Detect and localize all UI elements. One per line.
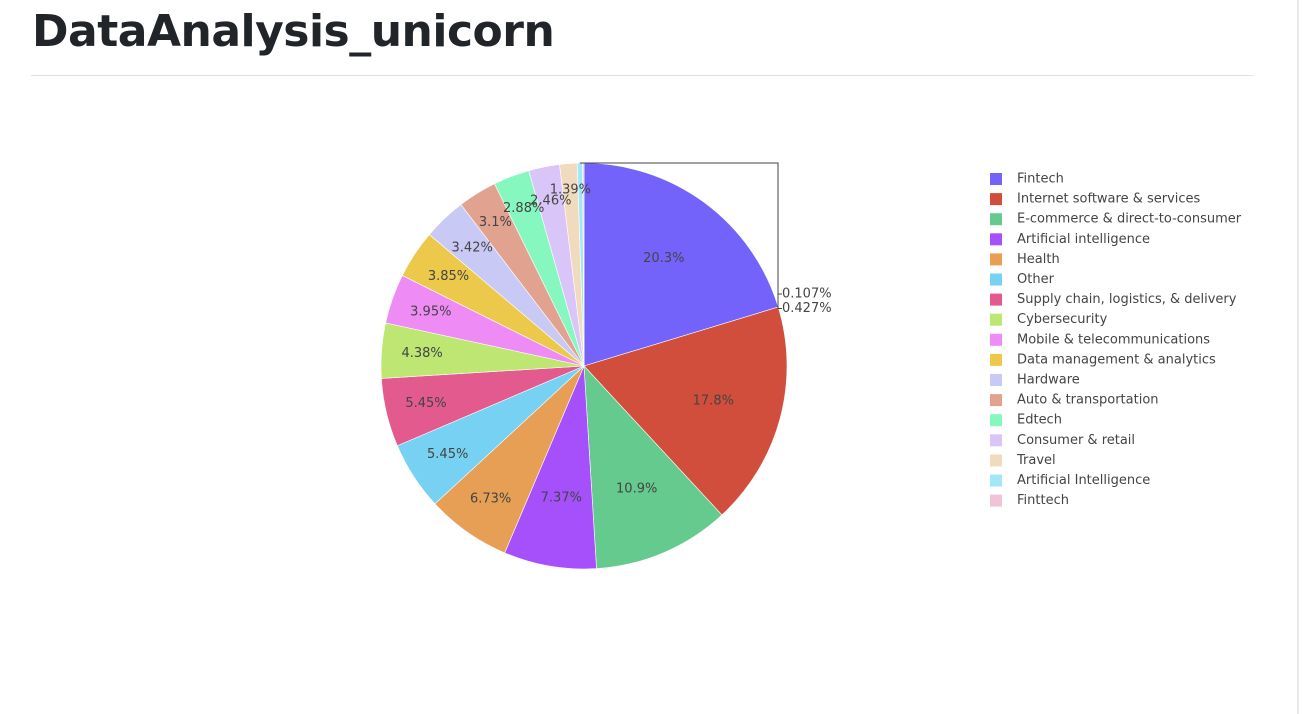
slice-label-other: 5.45% [427,447,468,462]
legend-label-edtech: Edtech [1017,413,1062,428]
slice-label-mobile-telecommunications: 3.95% [410,305,451,320]
legend-label-other: Other [1017,272,1055,287]
legend-label-consumer-retail: Consumer & retail [1017,433,1135,448]
legend-swatch-fintech [990,173,1002,185]
slice-label-artificial-intelligence: 0.427% [782,301,832,316]
slice-label-data-management-analytics: 3.85% [428,269,469,284]
legend: Fintech Internet software & services E-com… [990,172,1242,508]
legend-label-auto-transportation: Auto & transportation [1017,393,1159,408]
legend-swatch-artificial-intelligence [990,233,1002,246]
slice-label-internet-software-services: 17.8% [693,394,734,409]
legend-item-artificial-intelligence[interactable]: Artificial Intelligence [990,473,1150,488]
slice-label-travel: 1.39% [550,182,591,197]
legend-item-data-management-analytics[interactable]: Data management & analytics [990,352,1216,367]
legend-swatch-artificial-intelligence [990,474,1002,487]
legend-item-other[interactable]: Other [990,272,1055,287]
legend-label-artificial-intelligence: Artificial Intelligence [1017,473,1150,488]
legend-item-finttech[interactable]: Finttech [990,493,1069,508]
legend-label-internet-software-services: Internet software & services [1017,192,1201,207]
legend-label-e-commerce-direct-to-consumer: E-commerce & direct-to-consumer [1017,212,1242,227]
slice-label-artificial-intelligence: 7.37% [541,491,582,506]
legend-label-travel: Travel [1016,453,1056,468]
slice-label-finttech: 0.107% [782,287,832,302]
legend-label-fintech: Fintech [1017,172,1064,187]
legend-item-cybersecurity[interactable]: Cybersecurity [990,312,1108,327]
legend-swatch-finttech [990,494,1002,507]
legend-item-edtech[interactable]: Edtech [990,413,1062,428]
legend-label-supply-chain-logistics-delivery: Supply chain, logistics, & delivery [1017,292,1237,307]
legend-item-consumer-retail[interactable]: Consumer & retail [990,433,1135,448]
legend-item-travel[interactable]: Travel [990,453,1056,468]
slice-label-cybersecurity: 4.38% [401,346,442,361]
legend-swatch-internet-software-services [990,193,1002,206]
slice-label-e-commerce-direct-to-consumer: 10.9% [616,482,657,497]
legend-item-fintech[interactable]: Fintech [990,172,1064,187]
legend-item-auto-transportation[interactable]: Auto & transportation [990,393,1159,408]
slice-label-health: 6.73% [470,491,511,506]
legend-swatch-hardware [990,374,1002,386]
legend-label-finttech: Finttech [1017,493,1069,508]
legend-swatch-auto-transportation [990,394,1002,407]
legend-label-health: Health [1017,252,1060,267]
legend-label-mobile-telecommunications: Mobile & telecommunications [1017,332,1210,347]
slice-label-supply-chain-logistics-delivery: 5.45% [405,396,446,411]
legend-item-health[interactable]: Health [990,252,1060,267]
legend-swatch-other [990,273,1002,286]
legend-label-hardware: Hardware [1017,373,1080,388]
legend-swatch-health [990,253,1002,266]
legend-label-cybersecurity: Cybersecurity [1017,312,1108,327]
legend-item-mobile-telecommunications[interactable]: Mobile & telecommunications [990,332,1210,347]
legend-item-hardware[interactable]: Hardware [990,373,1080,388]
legend-swatch-consumer-retail [990,434,1002,447]
slice-label-fintech: 20.3% [643,251,684,266]
slice-label-hardware: 3.42% [452,241,493,256]
legend-swatch-travel [990,454,1002,467]
legend-item-internet-software-services[interactable]: Internet software & services [990,192,1201,207]
legend-label-data-management-analytics: Data management & analytics [1017,352,1216,367]
legend-swatch-data-management-analytics [990,353,1002,366]
legend-swatch-cybersecurity [990,313,1002,326]
pie-slices [380,162,788,570]
legend-item-e-commerce-direct-to-consumer[interactable]: E-commerce & direct-to-consumer [990,212,1242,227]
legend-item-supply-chain-logistics-delivery[interactable]: Supply chain, logistics, & delivery [990,292,1237,307]
legend-swatch-e-commerce-direct-to-consumer [990,213,1002,226]
legend-swatch-supply-chain-logistics-delivery [990,293,1002,306]
pie-chart: 20.3% 17.8% 10.9% 7.37% 6.73% 5.45% 5.45% 4.38%… [380,162,1242,570]
legend-swatch-edtech [990,414,1002,427]
slice-label-auto-transportation: 3.1% [479,215,512,230]
page: DataAnalysis_unicorn 20.3% 17.8% 10.9% 7.37… [0,0,1302,714]
legend-label-artificial-intelligence: Artificial intelligence [1017,232,1150,247]
legend-swatch-mobile-telecommunications [990,333,1002,346]
legend-item-artificial-intelligence[interactable]: Artificial intelligence [990,232,1150,247]
